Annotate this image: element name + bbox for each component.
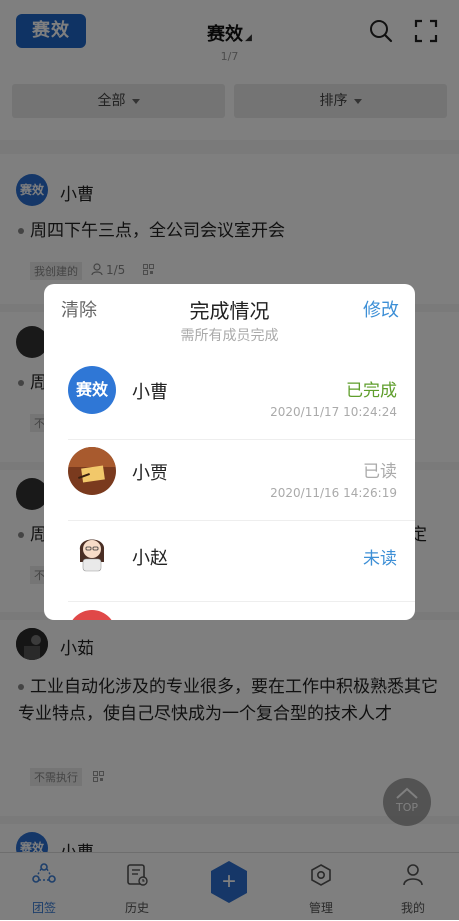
- member-name: 小曹: [132, 382, 168, 403]
- avatar-photo: [68, 447, 116, 495]
- avatar: 赛效: [68, 366, 116, 414]
- member-row[interactable]: 小赵 未读: [68, 520, 415, 602]
- avatar: [68, 447, 116, 495]
- avatar-illustration: [79, 539, 105, 572]
- member-row[interactable]: 赛效 小曹 已完成 2020/11/17 10:24:24: [68, 358, 415, 440]
- member-row[interactable]: 小贾 已读 2020/11/16 14:26:19: [68, 439, 415, 521]
- status-unread: 未读: [363, 549, 397, 569]
- app-page: 赛效 赛效◢ 1/7 全部 排序 赛效 小曹 周四下午三点，全公司会议室开会 我…: [0, 0, 459, 921]
- completion-status-dialog: 清除 完成情况 修改 需所有成员完成 赛效 小曹 已完成 2020/11/17 …: [44, 284, 415, 620]
- dialog-title: 完成情况: [189, 299, 270, 323]
- edit-button[interactable]: 修改: [363, 296, 399, 322]
- status-read: 已读: [363, 462, 397, 482]
- avatar: [68, 610, 116, 620]
- member-timestamp: 2020/11/17 10:24:24: [270, 405, 397, 419]
- status-done: 已完成: [346, 381, 397, 401]
- member-timestamp: 2020/11/16 14:26:19: [270, 486, 397, 500]
- member-name: 小贾: [132, 463, 168, 484]
- member-name: 小赵: [132, 548, 168, 569]
- dialog-subtitle: 需所有成员完成: [180, 328, 279, 344]
- avatar: [68, 528, 116, 576]
